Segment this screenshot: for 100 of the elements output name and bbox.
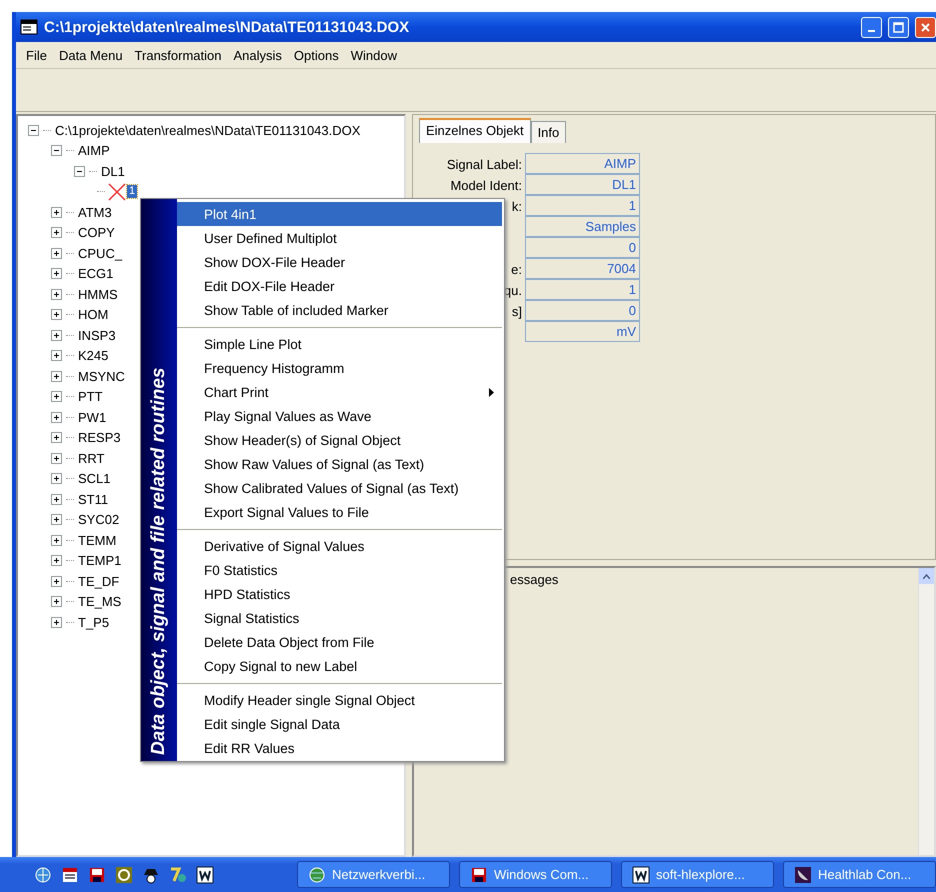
menu-item[interactable]: Edit DOX-File Header: [177, 274, 502, 298]
tree-item[interactable]: ATM3: [76, 204, 114, 220]
menu-item[interactable]: Analysis: [227, 46, 288, 64]
tree-item[interactable]: K245: [76, 348, 110, 364]
menu-item[interactable]: Simple Line Plot: [177, 332, 502, 356]
menu-item[interactable]: F0 Statistics: [177, 558, 502, 582]
expand-icon[interactable]: [51, 514, 62, 526]
tree-item[interactable]: 1: [127, 185, 138, 198]
expand-icon[interactable]: [51, 534, 62, 546]
document-icon[interactable]: [196, 866, 214, 884]
tree-item[interactable]: PTT: [76, 389, 105, 404]
tab[interactable]: Einzelnes Objekt: [419, 118, 531, 143]
tree-item[interactable]: COPY: [76, 225, 117, 240]
globe-icon[interactable]: [34, 866, 52, 884]
menu-item[interactable]: Show Header(s) of Signal Object: [177, 428, 502, 452]
maximize-button[interactable]: [888, 16, 909, 38]
expand-icon[interactable]: [51, 473, 62, 484]
menu-item[interactable]: Show Raw Values of Signal (as Text): [177, 452, 502, 476]
menu-item[interactable]: Show DOX-File Header: [177, 250, 502, 274]
expand-icon[interactable]: [51, 494, 62, 505]
expand-icon[interactable]: [51, 596, 62, 608]
window-icon[interactable]: [20, 19, 38, 35]
tree-item[interactable]: AIMP: [76, 143, 112, 158]
tree-item[interactable]: INSP3: [76, 328, 118, 343]
scroll-up-icon[interactable]: [923, 574, 930, 578]
tree-item[interactable]: SCL1: [76, 471, 113, 486]
value-field[interactable]: 1: [525, 279, 640, 300]
taskbar-button[interactable]: Healthlab Con...: [783, 861, 936, 888]
expand-icon[interactable]: [51, 432, 62, 444]
expand-icon[interactable]: [51, 248, 62, 259]
menu-item[interactable]: Options: [288, 46, 345, 64]
menu-item[interactable]: HPD Statistics: [177, 582, 502, 606]
menu-item[interactable]: Show Table of included Marker: [177, 298, 502, 322]
menu-item[interactable]: Modify Header single Signal Object: [177, 688, 502, 712]
tree-item[interactable]: ECG1: [76, 266, 116, 282]
menu-item[interactable]: User Defined Multiplot: [177, 226, 502, 250]
value-field[interactable]: mV: [525, 321, 640, 342]
tab[interactable]: Info: [530, 121, 566, 143]
menu-item[interactable]: Transformation: [128, 46, 228, 64]
menu-item[interactable]: Copy Signal to new Label: [177, 654, 502, 678]
expand-icon[interactable]: [51, 309, 62, 320]
expand-icon[interactable]: [51, 412, 62, 423]
collapse-icon[interactable]: [51, 145, 62, 156]
tree-item[interactable]: ST11: [76, 492, 110, 507]
tree-item[interactable]: PW1: [76, 410, 108, 425]
menu-item[interactable]: Data Menu: [52, 46, 129, 64]
tree-item[interactable]: C:\1projekte\daten\realmes\NData\TE01131043.DOX: [53, 122, 362, 138]
expand-icon[interactable]: [51, 616, 62, 628]
tree-item[interactable]: CPUC_: [76, 246, 124, 261]
tree-item[interactable]: SYC02: [76, 512, 122, 528]
expand-icon[interactable]: [51, 350, 62, 362]
close-button[interactable]: [915, 16, 936, 38]
tree-item[interactable]: DL1: [99, 164, 127, 179]
minimize-button[interactable]: [861, 16, 882, 38]
expand-icon[interactable]: [51, 452, 62, 464]
document-icon[interactable]: [632, 866, 650, 884]
collapse-icon[interactable]: [28, 124, 39, 136]
menu-item[interactable]: Window: [344, 46, 403, 64]
expand-icon[interactable]: [51, 555, 62, 566]
menu-item[interactable]: Frequency Histogramm: [177, 356, 502, 380]
menu-item[interactable]: Edit RR Values: [177, 736, 502, 760]
tree-item[interactable]: TE_MS: [76, 594, 124, 610]
menu-item[interactable]: Chart Print: [177, 380, 502, 404]
collapse-icon[interactable]: [74, 166, 85, 177]
value-field[interactable]: 1: [525, 195, 640, 216]
menu-item[interactable]: Export Signal Values to File: [177, 500, 502, 524]
tree-item[interactable]: HOM: [76, 307, 110, 322]
expand-icon[interactable]: [51, 227, 62, 238]
calendar-icon[interactable]: [61, 866, 79, 884]
scrollbar[interactable]: [918, 568, 934, 855]
menu-item[interactable]: Derivative of Signal Values: [177, 534, 502, 558]
clock-icon[interactable]: [115, 866, 133, 884]
menu-item[interactable]: Signal Statistics: [177, 606, 502, 630]
taskbar-button[interactable]: Netzwerkverbi...: [297, 861, 450, 888]
expand-icon[interactable]: [51, 370, 62, 382]
menu-item[interactable]: Play Signal Values as Wave: [177, 404, 502, 428]
value-field[interactable]: Samples: [525, 216, 640, 237]
tree-item[interactable]: MSYNC: [76, 368, 127, 384]
tree-item[interactable]: TEMP1: [76, 553, 124, 568]
tree-item[interactable]: RESP3: [76, 430, 123, 446]
value-field[interactable]: 0: [525, 300, 640, 321]
menu-item[interactable]: Plot 4in1: [177, 202, 502, 226]
tree-item[interactable]: RRT: [76, 450, 106, 466]
value-field[interactable]: AIMP: [525, 153, 640, 174]
value-field[interactable]: 0: [525, 237, 640, 258]
value-field[interactable]: 7004: [525, 258, 640, 279]
menu-item[interactable]: Show Calibrated Values of Signal (as Text): [177, 476, 502, 500]
menu-item[interactable]: Delete Data Object from File: [177, 630, 502, 654]
expand-icon[interactable]: [51, 288, 62, 300]
value-field[interactable]: DL1: [525, 174, 640, 195]
menu-item[interactable]: File: [20, 46, 53, 64]
tree-item[interactable]: T_P5: [76, 614, 112, 630]
expand-icon[interactable]: [51, 330, 62, 341]
menu-item[interactable]: Edit single Signal Data: [177, 712, 502, 736]
expand-icon[interactable]: [51, 576, 62, 587]
expand-icon[interactable]: [51, 391, 62, 402]
expand-icon[interactable]: [51, 268, 62, 280]
taskbar-button[interactable]: Windows Com...: [459, 861, 612, 888]
tree-item[interactable]: TE_DF: [76, 574, 122, 589]
taskbar-button[interactable]: soft-hlexplore...: [621, 861, 774, 888]
